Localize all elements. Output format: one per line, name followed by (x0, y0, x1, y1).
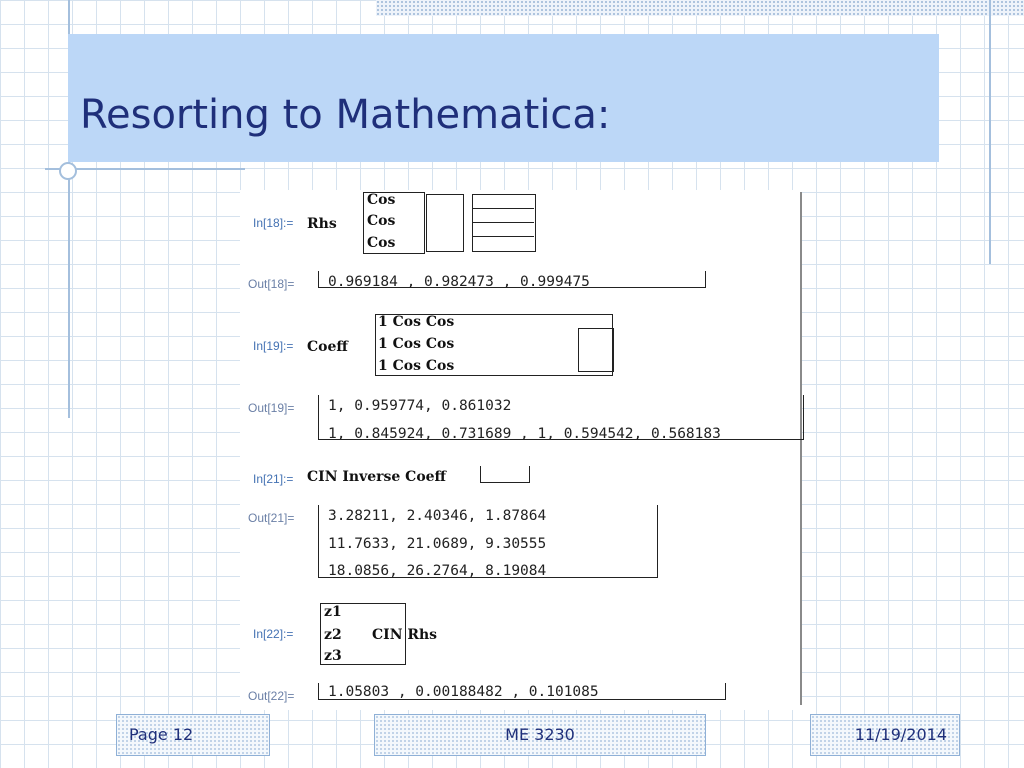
in19-row1: 1 Cos Cos (378, 314, 455, 330)
in19-row2: 1 Cos Cos (378, 336, 455, 352)
in22-z1: z1 (324, 604, 342, 620)
in18-row3: Cos (367, 235, 396, 251)
in21-bracket (480, 466, 530, 483)
in18-row1: Cos (367, 192, 396, 208)
in18-grid-line (472, 208, 534, 209)
footer-date: 11/19/2014 (810, 714, 960, 756)
in19-lhs: Coeff (307, 339, 348, 355)
out21-label: Out[21]= (248, 511, 295, 525)
in18-bracket-a (426, 194, 464, 252)
footer-date-text: 11/19/2014 (854, 725, 947, 744)
out18-values: 0.969184 , 0.982473 , 0.999475 (328, 274, 590, 290)
in19-label: In[19]:= (253, 339, 294, 353)
out19-label: Out[19]= (248, 401, 295, 415)
in22-label: In[22]:= (253, 627, 294, 641)
out21-row3: 18.0856, 26.2764, 8.19084 (328, 563, 547, 579)
out18-label: Out[18]= (248, 277, 295, 291)
out19-line1: 1, 0.959774, 0.861032 (328, 398, 512, 414)
in18-lhs: Rhs (307, 216, 337, 232)
in18-bracket-b (472, 194, 536, 252)
in19-bracket (578, 328, 614, 372)
out21-row2: 11.7633, 21.0689, 9.30555 (328, 536, 547, 552)
in19-row3: 1 Cos Cos (378, 358, 455, 374)
in18-row2: Cos (367, 213, 396, 229)
in21-label: In[21]:= (253, 472, 294, 486)
in22-z2: z2 (324, 627, 342, 643)
out22-label: Out[22]= (248, 689, 295, 703)
in22-rhs: CIN Rhs (372, 627, 438, 643)
out19-line2: 1, 0.845924, 0.731689 , 1, 0.594542, 0.5… (328, 426, 721, 442)
footer-course: ME 3230 (374, 714, 706, 756)
right-vertical-rule (989, 0, 991, 264)
footer-page: Page 12 (116, 714, 270, 756)
in21-expression: CIN Inverse Coeff (307, 469, 447, 485)
notebook-cell-bracket (800, 192, 802, 705)
decorative-circle (59, 162, 77, 180)
in22-z3: z3 (324, 648, 342, 664)
out22-values: 1.05803 , 0.00188482 , 0.101085 (328, 684, 599, 700)
slide-title: Resorting to Mathematica: (80, 92, 611, 138)
footer-page-text: Page 12 (129, 725, 194, 744)
footer-course-text: ME 3230 (505, 725, 575, 744)
top-dotted-band (376, 0, 1024, 16)
out21-row1: 3.28211, 2.40346, 1.87864 (328, 508, 547, 524)
in18-label: In[18]:= (253, 216, 294, 230)
in18-grid-line (472, 236, 534, 237)
in18-grid-line (472, 222, 534, 223)
